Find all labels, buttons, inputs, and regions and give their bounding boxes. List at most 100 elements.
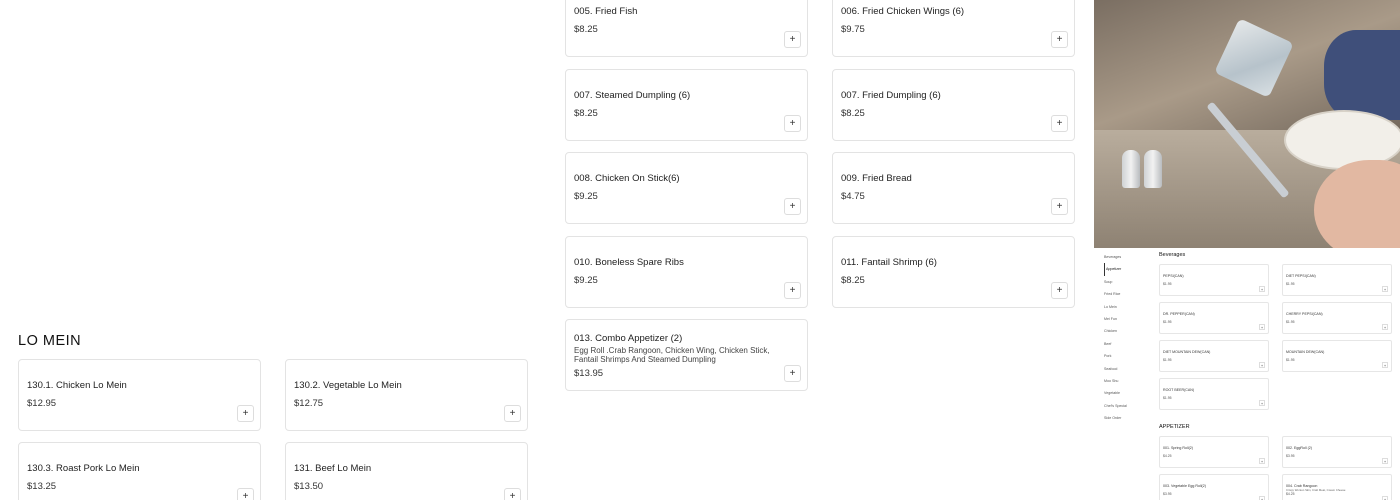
add-item-button[interactable]: + [1051,115,1068,132]
preview-nav-item[interactable]: Beverages [1104,251,1154,263]
preview-add-button[interactable]: + [1382,362,1388,368]
preview-item-price: $1.95 [1286,282,1295,286]
preview-nav-item[interactable]: Beef [1104,338,1154,350]
photo-person [1324,30,1400,120]
preview-beverages-title: Beverages [1159,252,1186,258]
menu-item-card[interactable]: 013. Combo Appetizer (2) Egg Roll .Crab … [565,319,808,391]
preview-item-card[interactable]: MOUNTAIN DEW(CAN) $1.95 + [1282,340,1392,372]
menu-item-card[interactable]: 130.3. Roast Pork Lo Mein $13.25 + [18,442,261,500]
preview-nav-item[interactable]: Fried Rice [1104,288,1154,300]
preview-item-card[interactable]: DIET PEPSI(CAN) $1.95 + [1282,264,1392,296]
preview-nav-item[interactable]: Pork [1104,350,1154,362]
preview-nav-item[interactable]: Lo Mein [1104,301,1154,313]
preview-item-name: 002. EggRoll (2) [1286,446,1312,450]
preview-item-name: CHERRY PEPSI(CAN) [1286,312,1323,316]
preview-item-card[interactable]: DIET MOUNTAIN DEW(CAN) $1.95 + [1159,340,1269,372]
preview-add-button[interactable]: + [1259,400,1265,406]
item-name: 010. Boneless Spare Ribs [574,257,684,268]
item-price: $9.75 [841,24,865,35]
add-item-button[interactable]: + [784,282,801,299]
add-item-button[interactable]: + [1051,31,1068,48]
add-item-button[interactable]: + [1051,198,1068,215]
preview-add-button[interactable]: + [1259,324,1265,330]
item-name: 007. Steamed Dumpling (6) [574,90,691,101]
item-price: $12.75 [294,398,324,409]
add-item-button[interactable]: + [504,488,521,500]
item-price: $12.95 [27,398,57,409]
add-item-button[interactable]: + [504,405,521,422]
preview-item-price: $1.95 [1286,358,1295,362]
item-name: 005. Fried Fish [574,6,638,17]
item-name: 009. Fried Bread [841,173,912,184]
preview-nav-item[interactable]: Soup [1104,276,1154,288]
add-item-button[interactable]: + [1051,282,1068,299]
item-price: $13.95 [574,368,604,379]
item-price: $13.50 [294,481,324,492]
preview-item-card[interactable]: 002. EggRoll (2) $3.95 + [1282,436,1392,468]
add-item-button[interactable]: + [784,198,801,215]
preview-add-button[interactable]: + [1259,458,1265,464]
menu-item-card[interactable]: 011. Fantail Shrimp (6) $8.25 + [832,236,1075,308]
preview-nav-item[interactable]: Moo Shu [1104,375,1154,387]
add-item-button[interactable]: + [784,365,801,382]
menu-item-card[interactable]: 006. Fried Chicken Wings (6) $9.75 + [832,0,1075,57]
menu-item-card[interactable]: 009. Fried Bread $4.75 + [832,152,1075,224]
section-title-lo-mein: LO MEIN [18,333,82,349]
photo-pepper-shaker [1144,150,1162,188]
preview-item-card[interactable]: PEPSI(CAN) $1.95 + [1159,264,1269,296]
preview-add-button[interactable]: + [1382,286,1388,292]
preview-item-price: $1.95 [1163,358,1172,362]
preview-nav-item[interactable]: Vegetable [1104,387,1154,399]
photo-salt-shaker [1122,150,1140,188]
preview-item-card[interactable]: 004. Crab Rangoon Crispy Wonton Skin, Cr… [1282,474,1392,500]
item-name: 007. Fried Dumpling (6) [841,90,941,101]
menu-item-card[interactable]: 005. Fried Fish $8.25 + [565,0,808,57]
item-name: 011. Fantail Shrimp (6) [841,257,937,268]
preview-item-name: DIET MOUNTAIN DEW(CAN) [1163,350,1211,354]
preview-nav-item[interactable]: Seafood [1104,363,1154,375]
preview-add-button[interactable]: + [1382,324,1388,330]
preview-category-nav: Beverages Appetizer Soup Fried Rice Lo M… [1104,251,1154,424]
item-price: $13.25 [27,481,57,492]
menu-item-card[interactable]: 007. Steamed Dumpling (6) $8.25 + [565,69,808,141]
item-price: $8.25 [841,108,865,119]
menu-item-card[interactable]: 130.1. Chicken Lo Mein $12.95 + [18,359,261,431]
preview-item-price: $4.25 [1163,454,1172,458]
preview-item-price: $1.95 [1163,320,1172,324]
preview-nav-item[interactable]: Side Order [1104,412,1154,424]
item-price: $9.25 [574,191,598,202]
preview-nav-item[interactable]: Chicken [1104,325,1154,337]
preview-add-button[interactable]: + [1382,496,1388,500]
menu-item-card[interactable]: 007. Fried Dumpling (6) $8.25 + [832,69,1075,141]
item-price: $8.25 [574,24,598,35]
preview-nav-item-active[interactable]: Appetizer [1104,263,1154,276]
preview-add-button[interactable]: + [1259,496,1265,500]
preview-item-name: DIET PEPSI(CAN) [1286,274,1316,278]
preview-item-price: $1.95 [1163,282,1172,286]
preview-nav-item[interactable]: Chef's Special [1104,400,1154,412]
preview-add-button[interactable]: + [1259,286,1265,292]
preview-nav-item[interactable]: Mei Fun [1104,313,1154,325]
preview-item-card[interactable]: 001. Spring Roll(2) $4.25 + [1159,436,1269,468]
item-price: $8.25 [841,275,865,286]
menu-item-card[interactable]: 131. Beef Lo Mein $13.50 + [285,442,528,500]
photo-ice-cube [1214,18,1294,98]
preview-item-card[interactable]: ROOT BEER(CAN) $1.95 + [1159,378,1269,410]
preview-item-price: $1.95 [1163,396,1172,400]
add-item-button[interactable]: + [237,488,254,500]
menu-item-card[interactable]: 130.2. Vegetable Lo Mein $12.75 + [285,359,528,431]
menu-item-card[interactable]: 008. Chicken On Stick(6) $9.25 + [565,152,808,224]
restaurant-photo [1094,0,1400,248]
item-name: 130.1. Chicken Lo Mein [27,380,127,391]
preview-item-card[interactable]: CHERRY PEPSI(CAN) $1.95 + [1282,302,1392,334]
preview-item-card[interactable]: DR. PEPPER(CAN) $1.95 + [1159,302,1269,334]
menu-item-card[interactable]: 010. Boneless Spare Ribs $9.25 + [565,236,808,308]
preview-item-price: $3.95 [1286,454,1295,458]
preview-item-card[interactable]: 003. Vegetable Egg Roll(2) $3.95 + [1159,474,1269,500]
preview-add-button[interactable]: + [1382,458,1388,464]
add-item-button[interactable]: + [784,31,801,48]
menu-preview-thumbnail: Beverages Appetizer Soup Fried Rice Lo M… [1094,248,1400,500]
preview-add-button[interactable]: + [1259,362,1265,368]
add-item-button[interactable]: + [784,115,801,132]
add-item-button[interactable]: + [237,405,254,422]
